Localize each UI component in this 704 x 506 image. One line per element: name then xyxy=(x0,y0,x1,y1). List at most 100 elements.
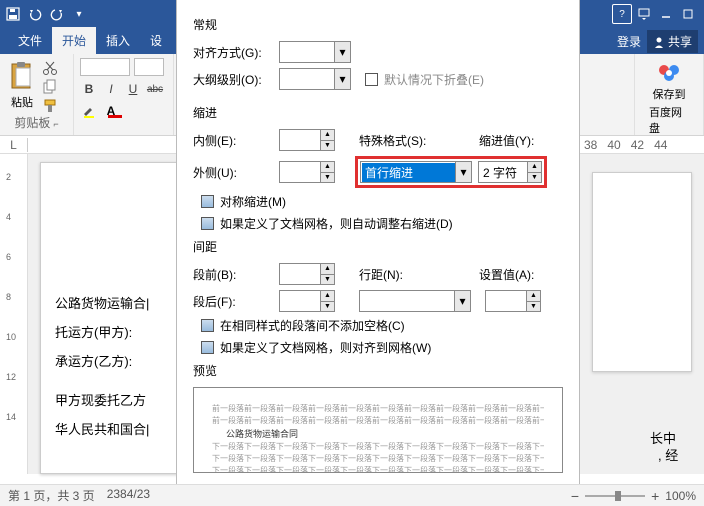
section-general: 常规 xyxy=(193,16,563,33)
ruler-tick: 44 xyxy=(654,138,667,152)
paragraph-dialog: 常规 对齐方式(G): ▾ 大纲级别(O): ▾ 默认情况下折叠(E) 缩进 内… xyxy=(176,0,580,506)
chevron-down-icon: ▾ xyxy=(455,162,471,182)
preview-line: 前一段落前一段落前一段落前一段落前一段落前一段落前一段落前一段落前一段落前一段落… xyxy=(212,403,544,414)
highlight-button[interactable] xyxy=(80,102,98,120)
maximize-icon[interactable] xyxy=(678,4,698,24)
save-icon[interactable] xyxy=(6,7,20,21)
qat-dropdown-icon[interactable]: ▾ xyxy=(72,7,86,21)
section-preview: 预览 xyxy=(193,362,563,379)
label-grid-indent: 如果定义了文档网格，则自动调整右缩进(D) xyxy=(220,215,453,232)
label-mirror: 对称缩进(M) xyxy=(220,193,286,210)
after-spinner[interactable]: ▲▼ xyxy=(279,290,335,312)
ruler-right: 38 40 42 44 xyxy=(580,136,704,154)
save-cloud-button[interactable]: 保存到 百度网盘 xyxy=(641,58,697,140)
label-before: 段前(B): xyxy=(193,266,273,283)
login-link[interactable]: 登录 xyxy=(617,33,641,50)
zoom-slider[interactable] xyxy=(585,495,645,497)
label-outside: 外侧(U): xyxy=(193,164,273,181)
share-button[interactable]: 共享 xyxy=(647,30,698,53)
label-set-at: 设置值(A): xyxy=(479,266,534,283)
collapse-checkbox[interactable] xyxy=(365,73,378,86)
undo-icon[interactable] xyxy=(28,7,42,21)
right-doc-text: 长中 , 经 xyxy=(580,380,700,464)
font-group: B I U abc A xyxy=(74,54,174,135)
bold-button[interactable]: B xyxy=(80,80,98,98)
preview-box: 前一段落前一段落前一段落前一段落前一段落前一段落前一段落前一段落前一段落前一段落… xyxy=(193,387,563,473)
ruler-tick: 40 xyxy=(607,138,620,152)
font-color-swatch xyxy=(108,115,122,118)
line-spacing-dropdown[interactable]: ▾ xyxy=(359,290,471,312)
grid-indent-checkbox[interactable] xyxy=(201,217,214,230)
underline-button[interactable]: U xyxy=(124,80,142,98)
no-space-checkbox[interactable] xyxy=(201,319,214,332)
help-icon[interactable]: ? xyxy=(612,4,632,24)
doc-line: 华人民共和国合| xyxy=(55,419,175,438)
zoom-out-button[interactable]: − xyxy=(571,488,579,504)
chevron-down-icon: ▾ xyxy=(334,42,350,62)
grid-align-checkbox[interactable] xyxy=(201,341,214,354)
share-label: 共享 xyxy=(668,33,692,50)
outside-spinner[interactable]: ▲▼ xyxy=(279,161,335,183)
indent-value: 2 字符 xyxy=(483,164,517,181)
ribbon-right: 登录 共享 xyxy=(617,30,698,53)
tab-file[interactable]: 文件 xyxy=(8,27,52,54)
minimize-icon[interactable] xyxy=(656,4,676,24)
font-size-box[interactable] xyxy=(134,58,164,76)
align-dropdown[interactable]: ▾ xyxy=(279,41,351,63)
save-cloud-label2: 百度网盘 xyxy=(649,104,689,136)
save-cloud-group: 保存到 百度网盘 保存 xyxy=(634,54,704,135)
format-painter-icon[interactable] xyxy=(42,98,58,114)
preview-line: 下一段落下一段落下一段落下一段落下一段落下一段落下一段落下一段落下一段落下一段落… xyxy=(212,453,544,464)
outline-dropdown[interactable]: ▾ xyxy=(279,68,351,90)
zoom-in-button[interactable]: + xyxy=(651,488,659,504)
strike-button[interactable]: abc xyxy=(146,80,164,98)
special-format-value: 首行缩进 xyxy=(362,163,470,182)
status-page[interactable]: 第 1 页，共 3 页 xyxy=(8,487,95,504)
vruler-tick: 12 xyxy=(6,372,16,382)
save-cloud-label1: 保存到 xyxy=(653,86,686,102)
clipboard-group: 粘贴 剪贴板 ⌐ xyxy=(0,54,74,135)
preview-line: 下一段落下一段落下一段落下一段落下一段落下一段落下一段落下一段落下一段落下一段落… xyxy=(212,465,544,473)
tab-design[interactable]: 设 xyxy=(140,27,172,54)
section-spacing: 间距 xyxy=(193,238,563,255)
right-page-fragment xyxy=(592,172,692,372)
right-ribbon: 保存到 百度网盘 保存 xyxy=(580,54,704,136)
zoom-level[interactable]: 100% xyxy=(665,489,696,503)
person-icon xyxy=(653,36,665,48)
document-page[interactable]: 公路货物运输合| 托运方(甲方): 承运方(乙方): 甲方现委托乙方 华人民共和… xyxy=(40,162,190,474)
cut-icon[interactable] xyxy=(42,60,58,76)
inside-spinner[interactable]: ▲▼ xyxy=(279,129,335,151)
special-format-dropdown[interactable]: 首行缩进 ▾ xyxy=(360,161,472,183)
ruler-tick: 38 xyxy=(584,138,597,152)
special-highlight: 首行缩进 ▾ 2 字符 ▲▼ xyxy=(355,156,547,188)
tab-home[interactable]: 开始 xyxy=(52,27,96,54)
vruler-tick: 6 xyxy=(6,252,11,262)
redo-icon[interactable] xyxy=(50,7,64,21)
label-grid-align: 如果定义了文档网格，则对齐到网格(W) xyxy=(220,339,431,356)
vertical-ruler[interactable]: 2 4 6 8 10 12 14 xyxy=(0,154,28,474)
doc-line: 承运方(乙方): xyxy=(55,351,175,370)
chevron-down-icon: ▾ xyxy=(334,69,350,89)
doc-line: 托运方(甲方): xyxy=(55,322,175,341)
ruler-left-tab[interactable]: L xyxy=(0,138,28,152)
status-words[interactable]: 2384/23 xyxy=(107,487,150,504)
set-at-spinner[interactable]: ▲▼ xyxy=(485,290,541,312)
ribbon-options-icon[interactable] xyxy=(634,4,654,24)
font-name-box[interactable] xyxy=(80,58,130,76)
clipboard-icon xyxy=(8,60,36,92)
before-spinner[interactable]: ▲▼ xyxy=(279,263,335,285)
label-after: 段后(F): xyxy=(193,293,273,310)
doc-line: , 经 xyxy=(658,445,700,464)
label-no-space: 在相同样式的段落间不添加空格(C) xyxy=(220,317,405,334)
italic-button[interactable]: I xyxy=(102,80,120,98)
label-align: 对齐方式(G): xyxy=(193,44,273,61)
label-outline: 大纲级别(O): xyxy=(193,71,273,88)
vruler-tick: 4 xyxy=(6,212,11,222)
preview-sample: 公路货物运输合同 xyxy=(226,427,544,440)
copy-icon[interactable] xyxy=(42,79,58,95)
indent-value-spinner[interactable]: 2 字符 ▲▼ xyxy=(478,161,542,183)
paste-button[interactable]: 粘贴 xyxy=(6,58,38,114)
label-indent-val: 缩进值(Y): xyxy=(479,132,534,149)
tab-insert[interactable]: 插入 xyxy=(96,27,140,54)
mirror-indent-checkbox[interactable] xyxy=(201,195,214,208)
